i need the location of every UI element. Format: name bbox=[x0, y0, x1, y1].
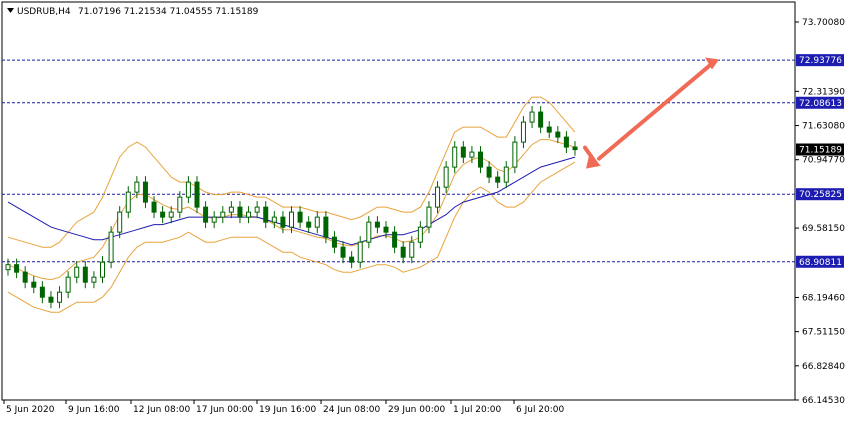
x-tick-label: 17 Jun 00:00 bbox=[196, 405, 253, 415]
chart-header: USDRUB,H4 71.07196 71.21534 71.04555 71.… bbox=[7, 7, 259, 17]
candle-body bbox=[520, 121, 526, 143]
candle-body bbox=[82, 266, 88, 283]
candle-body bbox=[263, 206, 269, 223]
candle-body bbox=[228, 206, 234, 213]
y-tick-label: 66.82840 bbox=[802, 362, 845, 372]
y-tick-label: 71.63080 bbox=[802, 122, 845, 132]
candle-body bbox=[160, 211, 166, 218]
candle-body bbox=[512, 141, 518, 168]
candle-body bbox=[203, 206, 209, 223]
candle-body bbox=[460, 146, 466, 158]
candle-body bbox=[435, 186, 441, 208]
candle-body bbox=[417, 226, 423, 243]
x-tick-label: 9 Jun 16:00 bbox=[68, 405, 120, 415]
chart-window[interactable]: 72.93776 72.08613 70.25825 68.90811 71.15189… bbox=[0, 0, 846, 419]
price-chart[interactable]: 72.93776 72.08613 70.25825 68.90811 71.15189… bbox=[0, 0, 846, 419]
candle-body bbox=[366, 221, 372, 243]
candle-body bbox=[572, 146, 578, 151]
candle-body bbox=[478, 151, 483, 168]
candle-body bbox=[331, 236, 337, 248]
candle-body bbox=[529, 111, 535, 123]
y-tick-label: 73.70080 bbox=[802, 18, 845, 28]
candle-body bbox=[443, 166, 449, 188]
candle-body bbox=[340, 246, 346, 258]
candle-body bbox=[280, 216, 286, 228]
x-tick-label: 6 Jul 20:00 bbox=[516, 405, 565, 415]
ohlc-values: 71.07196 71.21534 71.04555 71.15189 bbox=[78, 7, 259, 17]
candle-body bbox=[289, 211, 294, 228]
x-tick-label: 1 Jul 20:00 bbox=[453, 405, 502, 415]
candle-body bbox=[237, 206, 243, 218]
y-tick-label: 66.14530 bbox=[802, 396, 845, 406]
candle-body bbox=[409, 241, 415, 258]
candle-body bbox=[108, 231, 114, 263]
candle-body bbox=[31, 281, 37, 288]
candle-body bbox=[177, 196, 183, 213]
candle-body bbox=[383, 226, 389, 233]
candle-body bbox=[426, 206, 432, 228]
level-label: 72.93776 bbox=[799, 56, 842, 66]
candle-body bbox=[495, 176, 501, 183]
candle-body bbox=[323, 216, 329, 238]
candle-body bbox=[74, 266, 80, 278]
candle-body bbox=[452, 146, 458, 168]
candle-body bbox=[555, 131, 561, 138]
candle-body bbox=[486, 166, 492, 178]
candle-body bbox=[57, 291, 63, 303]
candle-body bbox=[538, 111, 544, 128]
candle-body bbox=[271, 216, 277, 223]
y-tick-label: 70.94770 bbox=[802, 156, 845, 166]
symbol-label: USDRUB,H4 bbox=[17, 7, 71, 17]
candle-body bbox=[65, 276, 71, 293]
candle-body bbox=[5, 264, 11, 271]
level-label: 68.90811 bbox=[799, 258, 842, 268]
candle-body bbox=[392, 231, 398, 248]
candle-body bbox=[357, 241, 363, 263]
candle-body bbox=[297, 211, 303, 223]
candle-body bbox=[349, 256, 355, 263]
candle-body bbox=[125, 191, 131, 213]
candle-body bbox=[469, 151, 475, 158]
candle-body bbox=[168, 211, 174, 218]
candle-body bbox=[306, 221, 312, 228]
candle-body bbox=[39, 286, 45, 298]
candle-body bbox=[254, 206, 260, 213]
y-tick-label: 67.51150 bbox=[802, 328, 845, 338]
level-label: 70.25825 bbox=[799, 190, 842, 200]
x-tick-label: 19 Jun 16:00 bbox=[259, 405, 316, 415]
candle-body bbox=[117, 211, 123, 233]
x-tick-label: 5 Jun 2020 bbox=[6, 405, 55, 415]
current-price-label: 71.15189 bbox=[799, 146, 842, 156]
candle-body bbox=[185, 181, 191, 198]
candle-body bbox=[134, 181, 140, 193]
y-tick-label: 72.31390 bbox=[802, 87, 845, 97]
candle-body bbox=[246, 211, 252, 218]
candle-body bbox=[400, 246, 406, 258]
candle-body bbox=[374, 221, 380, 228]
x-tick-label: 24 Jun 08:00 bbox=[323, 405, 380, 415]
candle-body bbox=[151, 201, 157, 213]
candle-body bbox=[563, 136, 569, 148]
x-tick-label: 12 Jun 08:00 bbox=[133, 405, 190, 415]
candle-body bbox=[314, 216, 320, 228]
x-tick-label: 29 Jun 00:00 bbox=[388, 405, 445, 415]
candle-body bbox=[91, 276, 97, 283]
candle-body bbox=[503, 166, 509, 183]
candle-body bbox=[142, 181, 148, 203]
y-tick-label: 68.19460 bbox=[802, 293, 845, 303]
candle-body bbox=[546, 126, 552, 133]
level-label: 72.08613 bbox=[799, 99, 842, 109]
candle-body bbox=[48, 296, 54, 303]
candle-body bbox=[100, 261, 105, 278]
candle-body bbox=[211, 216, 217, 223]
candle-body bbox=[220, 211, 226, 218]
candle-body bbox=[22, 271, 28, 283]
candle-body bbox=[14, 264, 20, 273]
candle-body bbox=[194, 181, 200, 208]
y-tick-label: 69.58150 bbox=[802, 224, 845, 234]
